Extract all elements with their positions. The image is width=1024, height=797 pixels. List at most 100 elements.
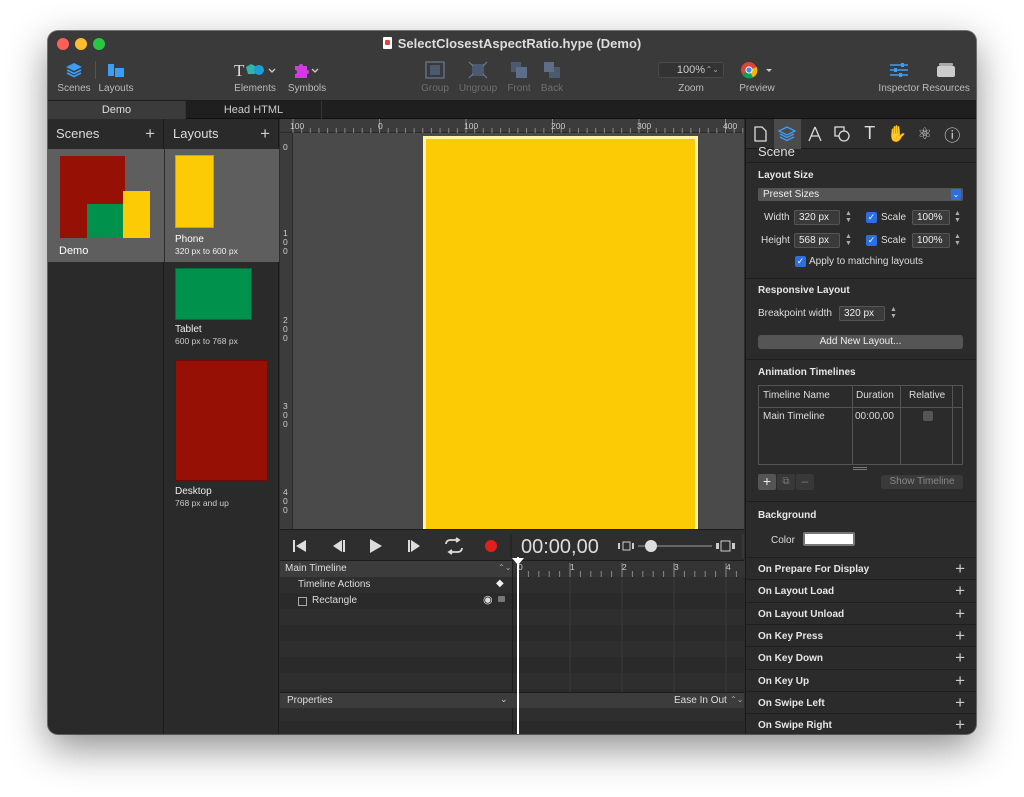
metrics-inspector-icon[interactable]	[801, 119, 829, 149]
scene-item-demo[interactable]: Demo	[48, 149, 164, 262]
resize-handle-icon[interactable]	[853, 467, 867, 470]
layout-item-tablet[interactable]: Tablet 600 px to 768 px	[165, 262, 279, 354]
add-event-icon[interactable]: +	[955, 626, 965, 646]
event-row[interactable]: On Key Press +	[746, 623, 976, 646]
zoom-in-timeline-icon[interactable]	[716, 540, 735, 552]
add-event-icon[interactable]: +	[955, 604, 965, 624]
lock-icon[interactable]	[498, 596, 505, 602]
tab-head-html[interactable]: Head HTML	[185, 101, 322, 119]
resources-toolbar-button[interactable]: Resources	[921, 57, 971, 94]
width-stepper-icon[interactable]: ▲ ▼	[844, 210, 853, 225]
remove-timeline-button[interactable]: –	[796, 474, 814, 490]
scene-canvas[interactable]: 100 0 100 200 300 400 0 1 0 0 2 0 0 3 0 …	[280, 119, 744, 529]
preset-sizes-select[interactable]: Preset Sizes ⌄	[758, 188, 963, 201]
event-row[interactable]: On Swipe Left +	[746, 690, 976, 713]
event-row[interactable]: On Layout Unload +	[746, 601, 976, 624]
event-row[interactable]: On Layout Load +	[746, 579, 976, 601]
add-layout-button[interactable]: +	[260, 119, 270, 149]
zoom-stepper-icon[interactable]: ⌃⌄	[706, 63, 719, 77]
add-event-icon[interactable]: +	[955, 581, 965, 601]
add-new-layout-button[interactable]: Add New Layout...	[758, 335, 963, 349]
layout-item-phone[interactable]: Phone 320 px to 600 px	[165, 149, 279, 262]
svg-text:T: T	[234, 61, 245, 79]
typography-inspector-icon[interactable]: T	[856, 119, 884, 149]
easing-select[interactable]: Ease In Out	[674, 695, 727, 706]
step-back-icon[interactable]	[333, 540, 345, 552]
group-button[interactable]: Group	[419, 57, 451, 94]
loop-icon[interactable]	[445, 537, 463, 555]
rectangle-element[interactable]	[426, 139, 695, 529]
add-event-icon[interactable]: +	[955, 715, 965, 734]
add-scene-button[interactable]: +	[145, 119, 155, 149]
tab-demo[interactable]: Demo	[48, 101, 185, 119]
keyframe-diamond-icon[interactable]: ◆	[496, 578, 504, 589]
elements-toolbar-button[interactable]: T Elements	[231, 57, 279, 94]
zoom-out-timeline-icon[interactable]	[618, 541, 634, 551]
scene-frame[interactable]	[423, 136, 698, 529]
col-timeline-name[interactable]: Timeline Name	[763, 390, 830, 401]
scale-label: Scale	[881, 235, 907, 246]
timeline-table-row[interactable]: Main Timeline 00:00,00	[759, 408, 952, 426]
height-scale-checkbox[interactable]: ✓	[866, 235, 877, 246]
width-field[interactable]: 320 px	[794, 210, 840, 225]
layouts-toolbar-button[interactable]: Layouts	[96, 57, 136, 94]
add-timeline-button[interactable]: +	[758, 474, 776, 490]
background-color-well[interactable]	[803, 532, 855, 546]
breakpoint-stepper-icon[interactable]: ▲ ▼	[889, 306, 898, 321]
ungroup-button[interactable]: Ungroup	[457, 57, 499, 94]
add-event-icon[interactable]: +	[955, 559, 965, 579]
resources-icon	[937, 63, 955, 77]
col-duration[interactable]: Duration	[856, 390, 894, 401]
timeline-track-area[interactable]: 0 1 2 3 4	[512, 561, 745, 734]
height-scale-field[interactable]: 100%	[912, 233, 950, 248]
event-row[interactable]: On Key Down +	[746, 646, 976, 668]
element-inspector-icon[interactable]	[829, 119, 857, 149]
preview-button[interactable]: Preview	[737, 57, 777, 94]
timeline-zoom-slider[interactable]	[645, 540, 657, 552]
apply-matching-checkbox[interactable]: ✓	[795, 256, 806, 267]
scenes-toolbar-button[interactable]: Scenes	[56, 57, 92, 94]
zoom-control[interactable]: 100% ⌃⌄ Zoom	[656, 57, 726, 94]
properties-bar[interactable]: Properties ⌄ Ease In Out ⌃⌄	[280, 692, 744, 708]
relative-checkbox[interactable]	[923, 411, 933, 421]
properties-chevron-icon[interactable]: ⌄	[500, 694, 508, 705]
visibility-eye-icon[interactable]: ◉	[483, 593, 493, 606]
physics-inspector-icon[interactable]: ⚛	[911, 119, 939, 149]
duplicate-timeline-button[interactable]: ⧉	[777, 474, 795, 490]
height-scale-stepper-icon[interactable]: ▲ ▼	[953, 233, 962, 248]
height-stepper-icon[interactable]: ▲ ▼	[844, 233, 853, 248]
element-checkbox[interactable]	[298, 597, 307, 606]
add-event-icon[interactable]: +	[955, 671, 965, 691]
skip-to-start-icon[interactable]	[293, 540, 306, 552]
play-icon[interactable]	[370, 539, 382, 553]
add-event-icon[interactable]: +	[955, 693, 965, 713]
height-field[interactable]: 568 px	[794, 233, 840, 248]
back-button[interactable]: Back	[538, 57, 566, 94]
record-icon[interactable]	[485, 540, 497, 552]
front-button[interactable]: Front	[504, 57, 534, 94]
event-row[interactable]: On Key Up +	[746, 668, 976, 691]
layout-item-desktop[interactable]: Desktop 768 px and up	[165, 354, 279, 514]
inspector-toolbar-button[interactable]: Inspector	[876, 57, 922, 94]
scene-name: Demo	[59, 245, 89, 257]
identity-inspector-icon[interactable]: ⓘ	[939, 119, 967, 149]
add-event-icon[interactable]: +	[955, 648, 965, 668]
width-scale-stepper-icon[interactable]: ▲ ▼	[953, 210, 962, 225]
playhead[interactable]	[517, 557, 519, 734]
event-row[interactable]: On Swipe Right +	[746, 713, 976, 734]
actions-inspector-icon[interactable]: ✋	[884, 119, 912, 149]
playhead-handle[interactable]	[512, 558, 524, 565]
show-timeline-button[interactable]: Show Timeline	[881, 475, 963, 489]
step-forward-icon[interactable]	[408, 540, 420, 552]
easing-stepper-icon[interactable]: ⌃⌄	[730, 695, 743, 704]
timeline-stepper-icon[interactable]: ⌃⌄	[498, 563, 511, 572]
breakpoint-field[interactable]: 320 px	[839, 306, 885, 321]
symbols-toolbar-button[interactable]: Symbols	[286, 57, 328, 94]
time-ruler-label: 2	[622, 562, 627, 572]
zoom-field[interactable]: 100% ⌃⌄	[658, 62, 724, 78]
width-scale-field[interactable]: 100%	[912, 210, 950, 225]
col-relative[interactable]: Relative	[909, 390, 945, 401]
event-label: On Swipe Right	[758, 720, 832, 732]
event-row[interactable]: On Prepare For Display +	[746, 557, 976, 579]
width-scale-checkbox[interactable]: ✓	[866, 212, 877, 223]
